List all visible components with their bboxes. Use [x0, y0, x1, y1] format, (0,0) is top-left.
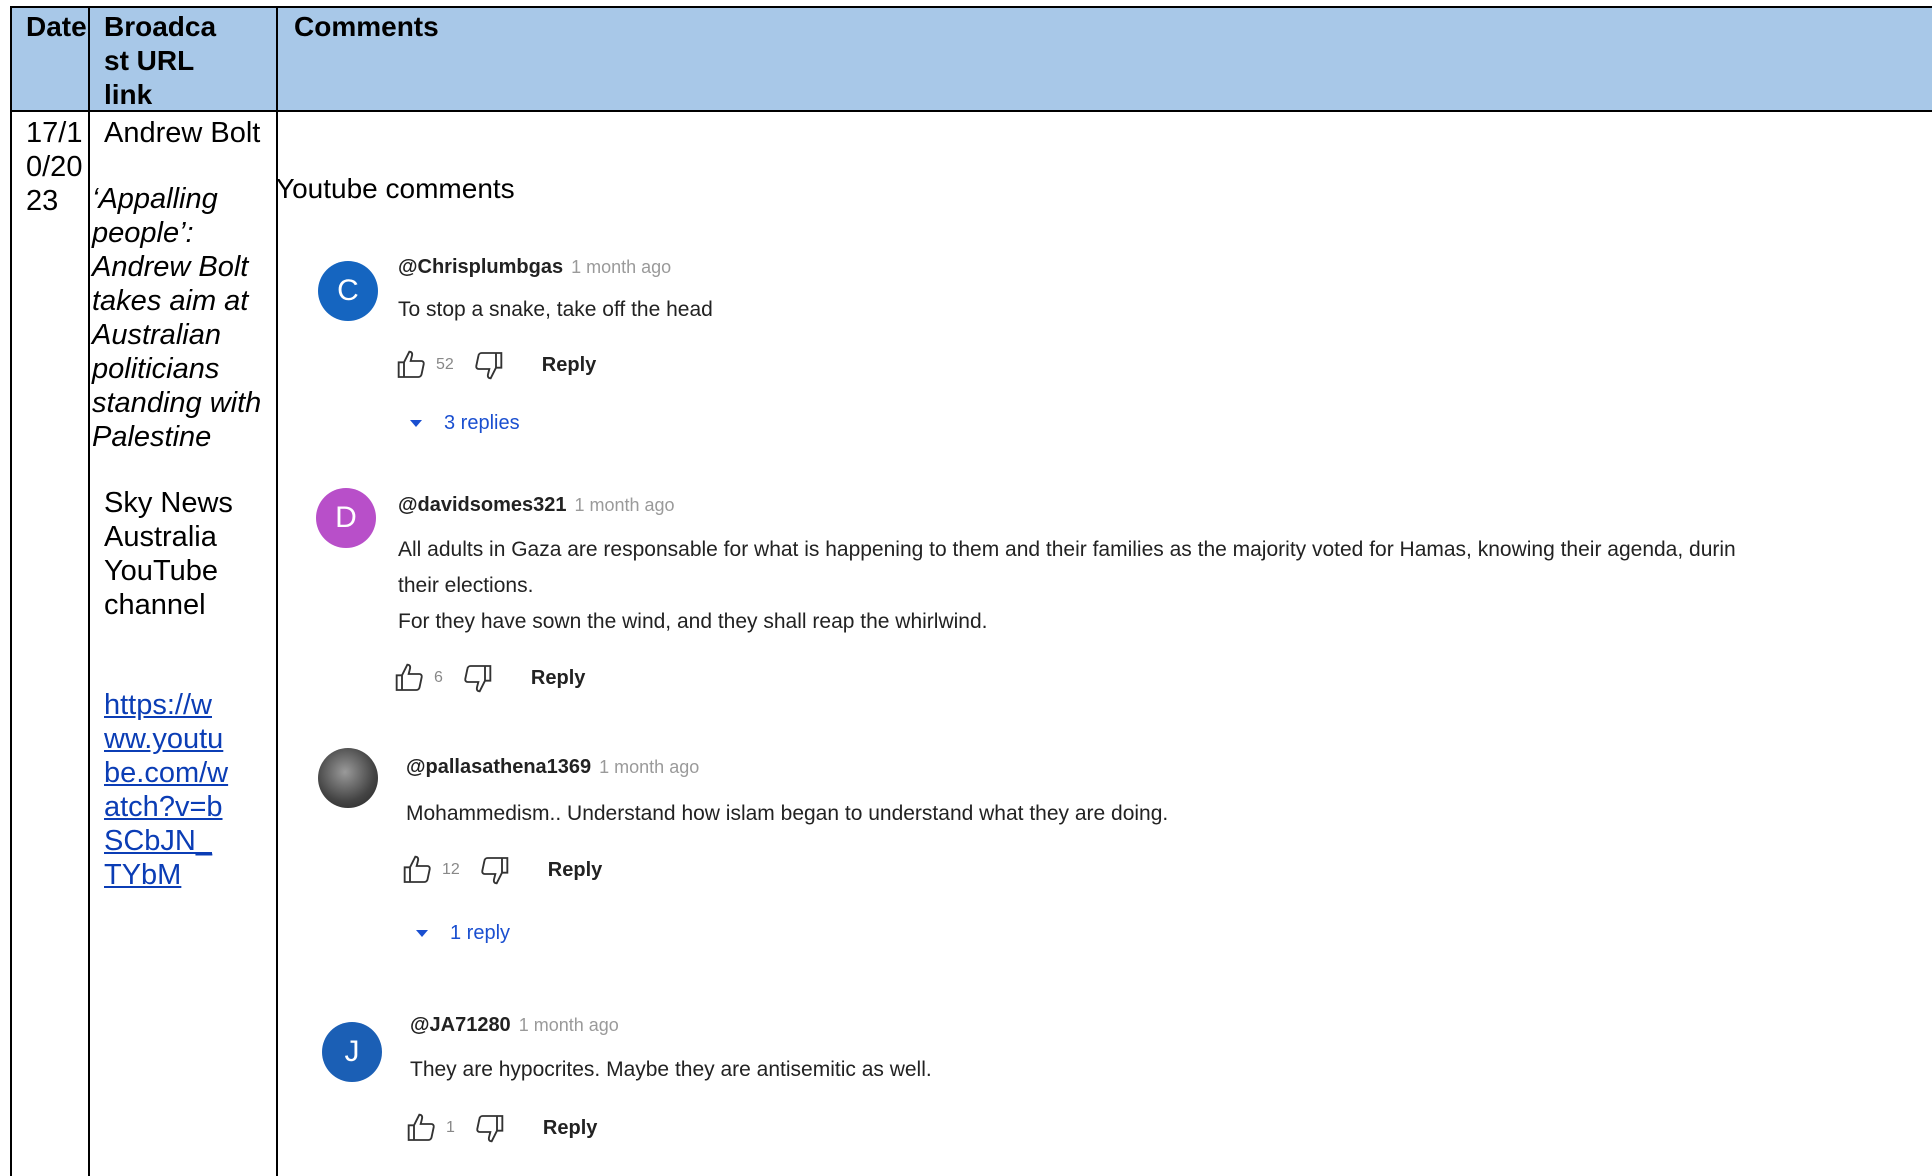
reply-button[interactable]: Reply: [548, 859, 602, 882]
comment-actions: 6 Reply: [394, 660, 585, 696]
thumbs-down-icon[interactable]: [461, 662, 493, 694]
comment-handle[interactable]: @davidsomes321 1 month ago: [398, 494, 675, 517]
comment-time: 1 month ago: [571, 257, 672, 277]
reply-button[interactable]: Reply: [542, 354, 596, 377]
comment-time: 1 month ago: [574, 495, 675, 515]
comment-time: 1 month ago: [599, 757, 700, 777]
comment-text: All adults in Gaza are responsable for w…: [398, 538, 1736, 561]
comment-handle[interactable]: @JA71280 1 month ago: [410, 1014, 619, 1037]
comment-text: For they have sown the wind, and they sh…: [398, 610, 988, 633]
header-date: Date: [26, 11, 87, 42]
table: Date Broadca st URL link Comments 17/1 0…: [0, 0, 1932, 1176]
broadcast-url-link[interactable]: https://w ww.youtu be.com/w atch?v=b SCb…: [104, 688, 264, 892]
like-count: 6: [434, 669, 443, 686]
comment-text: They are hypocrites. Maybe they are anti…: [410, 1058, 932, 1081]
comments-heading: Youtube comments: [276, 173, 515, 204]
comment-actions: 1 Reply: [406, 1110, 597, 1146]
header-comments: Comments: [294, 11, 439, 42]
header-divider: [10, 110, 1932, 112]
episode-title: ‘Appalling people’: Andrew Bolt takes ai…: [92, 183, 262, 453]
like-count: 12: [442, 861, 460, 878]
like-count: 52: [436, 356, 454, 373]
comment-actions: 52 Reply: [396, 347, 596, 383]
avatar[interactable]: [318, 748, 378, 808]
thumbs-up-icon[interactable]: [402, 854, 434, 886]
replies-toggle[interactable]: 1 reply: [416, 922, 510, 945]
channel-name: Sky News Australia YouTube channel: [104, 487, 233, 621]
divider-date: [88, 6, 90, 1176]
avatar[interactable]: D: [316, 488, 376, 548]
like-count: 1: [446, 1119, 455, 1136]
avatar[interactable]: C: [318, 261, 378, 321]
caret-down-icon: [410, 420, 422, 427]
presenter-name: Andrew Bolt: [104, 117, 261, 149]
thumbs-up-icon[interactable]: [394, 662, 426, 694]
table-border-top: [10, 6, 1932, 8]
thumbs-down-icon[interactable]: [473, 1112, 505, 1144]
comment-actions: 12 Reply: [402, 852, 602, 888]
reply-button[interactable]: Reply: [543, 1117, 597, 1140]
replies-toggle[interactable]: 3 replies: [410, 412, 520, 435]
comment-text: Mohammedism.. Understand how islam began…: [406, 802, 1169, 825]
thumbs-up-icon[interactable]: [396, 349, 428, 381]
reply-button[interactable]: Reply: [531, 667, 585, 690]
caret-down-icon: [416, 930, 428, 937]
comment-handle[interactable]: @Chrisplumbgas 1 month ago: [398, 256, 671, 279]
thumbs-up-icon[interactable]: [406, 1112, 438, 1144]
avatar[interactable]: J: [322, 1022, 382, 1082]
comment-time: 1 month ago: [518, 1015, 619, 1035]
header-broadcast: Broadca st URL link: [104, 11, 217, 110]
comment-text: their elections.: [398, 574, 534, 597]
thumbs-down-icon[interactable]: [472, 349, 504, 381]
date-cell: 17/1 0/20 23: [26, 117, 83, 217]
thumbs-down-icon[interactable]: [478, 854, 510, 886]
border-left: [10, 6, 12, 1176]
comment-handle[interactable]: @pallasathena1369 1 month ago: [406, 756, 699, 779]
comment-text: To stop a snake, take off the head: [398, 298, 713, 321]
